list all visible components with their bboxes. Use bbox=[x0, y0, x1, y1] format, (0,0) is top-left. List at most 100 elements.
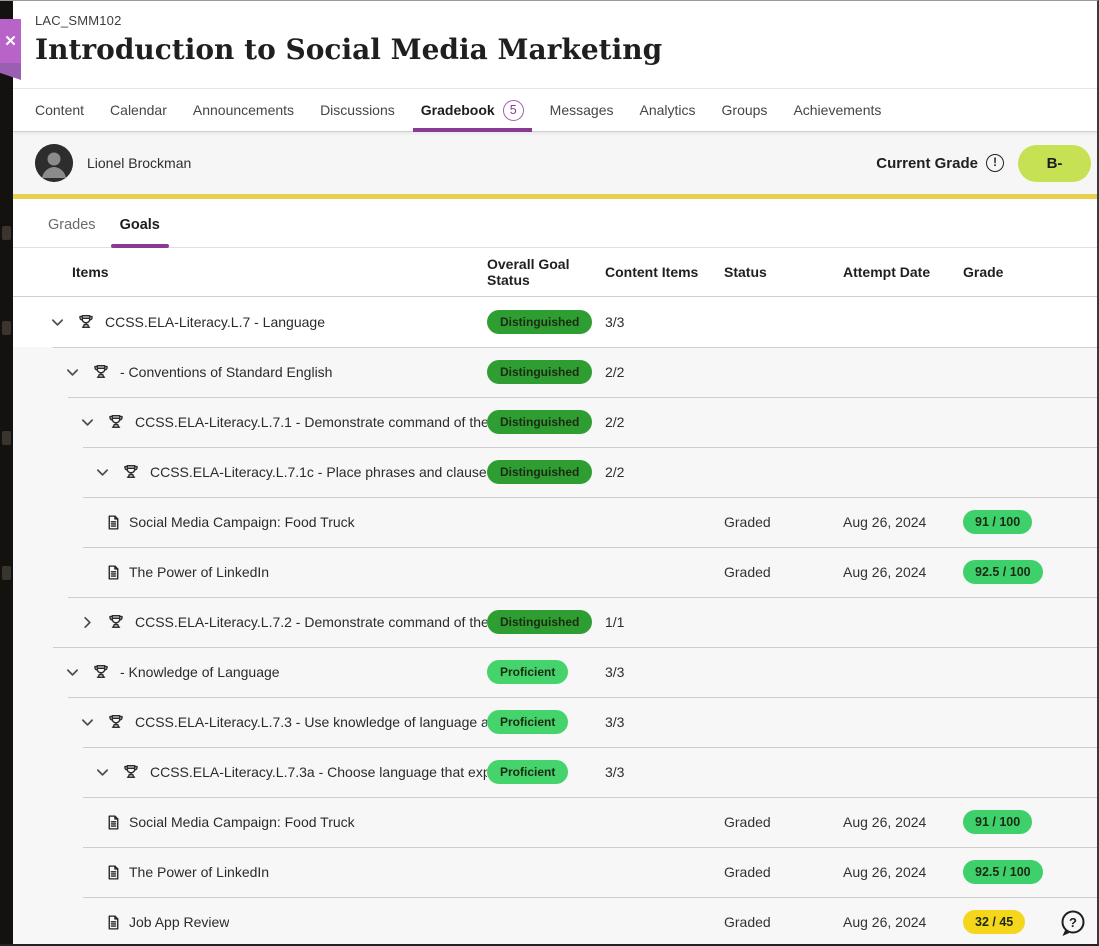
background-icon bbox=[2, 566, 11, 580]
goal-trophy-icon bbox=[105, 611, 127, 633]
row-goal-status-cell: Distinguished bbox=[487, 310, 600, 334]
row-goal-status-cell: Distinguished bbox=[487, 360, 600, 384]
chevron-down-icon[interactable] bbox=[90, 760, 114, 784]
table-row[interactable]: - Conventions of Standard English Distin… bbox=[13, 347, 1097, 397]
goal-status-badge: Distinguished bbox=[487, 410, 592, 434]
row-goal-status-cell: Distinguished bbox=[487, 410, 600, 434]
background-icon bbox=[2, 321, 11, 335]
row-status-cell: Graded bbox=[724, 914, 843, 930]
table-row[interactable]: CCSS.ELA-Literacy.L.7.1 - Demonstrate co… bbox=[13, 397, 1097, 447]
page-title: Introduction to Social Media Marketing bbox=[35, 33, 1097, 66]
row-items-cell: - Knowledge of Language bbox=[35, 660, 487, 684]
nav-tab-calendar[interactable]: Calendar bbox=[110, 89, 167, 131]
goal-trophy-icon bbox=[75, 311, 97, 333]
row-items-cell: Social Media Campaign: Food Truck bbox=[35, 813, 487, 831]
nav-tab-announcements[interactable]: Announcements bbox=[193, 89, 294, 131]
table-row[interactable]: The Power of LinkedIn Graded Aug 26, 202… bbox=[13, 847, 1097, 897]
chevron-down-icon[interactable] bbox=[90, 460, 114, 484]
chevron-down-icon[interactable] bbox=[75, 710, 99, 734]
row-status-cell: Graded bbox=[724, 864, 843, 880]
row-content-items-cell: 2/2 bbox=[600, 464, 724, 480]
document-icon bbox=[104, 813, 122, 831]
table-row[interactable]: CCSS.ELA-Literacy.L.7.1c - Place phrases… bbox=[13, 447, 1097, 497]
grade-badge[interactable]: 91 / 100 bbox=[963, 810, 1032, 834]
background-icon bbox=[2, 226, 11, 240]
row-goal-status-cell: Distinguished bbox=[487, 610, 600, 634]
goal-trophy-icon bbox=[90, 361, 112, 383]
current-grade-label: Current Grade bbox=[876, 155, 978, 172]
close-ribbon-flap bbox=[0, 63, 21, 80]
row-label: CCSS.ELA-Literacy.L.7.3 - Use knowledge … bbox=[135, 714, 487, 730]
table-row[interactable]: Job App Review Graded Aug 26, 2024 32 / … bbox=[13, 897, 1097, 946]
row-attempt-date-cell: Aug 26, 2024 bbox=[843, 564, 963, 580]
row-items-cell: Social Media Campaign: Food Truck bbox=[35, 513, 487, 531]
row-label: The Power of LinkedIn bbox=[129, 564, 269, 580]
chevron-right-icon[interactable] bbox=[75, 610, 99, 634]
nav-tab-messages[interactable]: Messages bbox=[550, 89, 614, 131]
student-name: Lionel Brockman bbox=[87, 155, 191, 171]
nav-tab-content[interactable]: Content bbox=[35, 89, 84, 131]
tab-goals[interactable]: Goals bbox=[120, 217, 160, 247]
table-row[interactable]: CCSS.ELA-Literacy.L.7.2 - Demonstrate co… bbox=[13, 597, 1097, 647]
row-content-items-cell: 3/3 bbox=[600, 714, 724, 730]
goal-trophy-icon bbox=[90, 661, 112, 683]
table-row[interactable]: Social Media Campaign: Food Truck Graded… bbox=[13, 797, 1097, 847]
nav-tab-gradebook[interactable]: Gradebook 5 bbox=[421, 89, 524, 131]
row-goal-status-cell: Proficient bbox=[487, 710, 600, 734]
row-items-cell: CCSS.ELA-Literacy.L.7.1 - Demonstrate co… bbox=[35, 410, 487, 434]
student-overview-panel: ✕ LAC_SMM102 Introduction to Social Medi… bbox=[13, 1, 1097, 944]
goals-table-body: CCSS.ELA-Literacy.L.7 - Language Disting… bbox=[13, 297, 1097, 946]
gradebook-count-badge: 5 bbox=[503, 100, 524, 121]
column-header-content-items: Content Items bbox=[600, 264, 724, 280]
row-status-cell: Graded bbox=[724, 564, 843, 580]
nav-tab-achievements[interactable]: Achievements bbox=[793, 89, 881, 131]
row-content-items-cell: 1/1 bbox=[600, 614, 724, 630]
table-row[interactable]: CCSS.ELA-Literacy.L.7.3a - Choose langua… bbox=[13, 747, 1097, 797]
row-items-cell: CCSS.ELA-Literacy.L.7.1c - Place phrases… bbox=[35, 460, 487, 484]
row-label: Social Media Campaign: Food Truck bbox=[129, 514, 355, 530]
column-header-grade: Grade bbox=[963, 264, 1097, 280]
goal-status-badge: Distinguished bbox=[487, 460, 592, 484]
grade-badge[interactable]: 92.5 / 100 bbox=[963, 860, 1043, 884]
svg-text:?: ? bbox=[1069, 915, 1077, 930]
goal-status-badge: Distinguished bbox=[487, 360, 592, 384]
row-items-cell: CCSS.ELA-Literacy.L.7.3 - Use knowledge … bbox=[35, 710, 487, 734]
table-row[interactable]: CCSS.ELA-Literacy.L.7 - Language Disting… bbox=[13, 297, 1097, 347]
close-panel-button[interactable]: ✕ bbox=[0, 19, 21, 80]
document-icon bbox=[104, 563, 122, 581]
overall-grade-pill[interactable]: B- bbox=[1018, 145, 1091, 182]
row-items-cell: CCSS.ELA-Literacy.L.7.2 - Demonstrate co… bbox=[35, 610, 487, 634]
chevron-down-icon[interactable] bbox=[45, 310, 69, 334]
grade-badge[interactable]: 91 / 100 bbox=[963, 510, 1032, 534]
close-icon: ✕ bbox=[4, 32, 17, 50]
table-row[interactable]: CCSS.ELA-Literacy.L.7.3 - Use knowledge … bbox=[13, 697, 1097, 747]
row-goal-status-cell: Proficient bbox=[487, 760, 600, 784]
table-row[interactable]: - Knowledge of Language Proficient 3/3 bbox=[13, 647, 1097, 697]
goals-table-header: Items Overall Goal Status Content Items … bbox=[13, 248, 1097, 297]
column-header-status: Status bbox=[724, 264, 843, 280]
help-icon: ? bbox=[1057, 907, 1089, 939]
nav-tab-analytics[interactable]: Analytics bbox=[639, 89, 695, 131]
chevron-down-icon[interactable] bbox=[60, 360, 84, 384]
row-content-items-cell: 2/2 bbox=[600, 364, 724, 380]
row-label: - Knowledge of Language bbox=[120, 664, 280, 680]
row-content-items-cell: 3/3 bbox=[600, 664, 724, 680]
chevron-down-icon[interactable] bbox=[75, 410, 99, 434]
row-label: - Conventions of Standard English bbox=[120, 364, 332, 380]
goal-trophy-icon bbox=[120, 761, 142, 783]
row-items-cell: CCSS.ELA-Literacy.L.7.3a - Choose langua… bbox=[35, 760, 487, 784]
row-label: CCSS.ELA-Literacy.L.7.2 - Demonstrate co… bbox=[135, 614, 487, 630]
current-grade-info-icon[interactable]: ! bbox=[986, 154, 1004, 172]
nav-tab-discussions[interactable]: Discussions bbox=[320, 89, 395, 131]
help-button[interactable]: ? bbox=[1057, 907, 1089, 939]
table-row[interactable]: Social Media Campaign: Food Truck Graded… bbox=[13, 497, 1097, 547]
tab-grades[interactable]: Grades bbox=[48, 217, 96, 247]
nav-tab-groups[interactable]: Groups bbox=[722, 89, 768, 131]
grade-badge[interactable]: 92.5 / 100 bbox=[963, 560, 1043, 584]
table-row[interactable]: The Power of LinkedIn Graded Aug 26, 202… bbox=[13, 547, 1097, 597]
row-label: CCSS.ELA-Literacy.L.7.1c - Place phrases… bbox=[150, 464, 487, 480]
goal-trophy-icon bbox=[120, 461, 142, 483]
row-label: Social Media Campaign: Food Truck bbox=[129, 814, 355, 830]
grade-badge[interactable]: 32 / 45 bbox=[963, 910, 1025, 934]
chevron-down-icon[interactable] bbox=[60, 660, 84, 684]
